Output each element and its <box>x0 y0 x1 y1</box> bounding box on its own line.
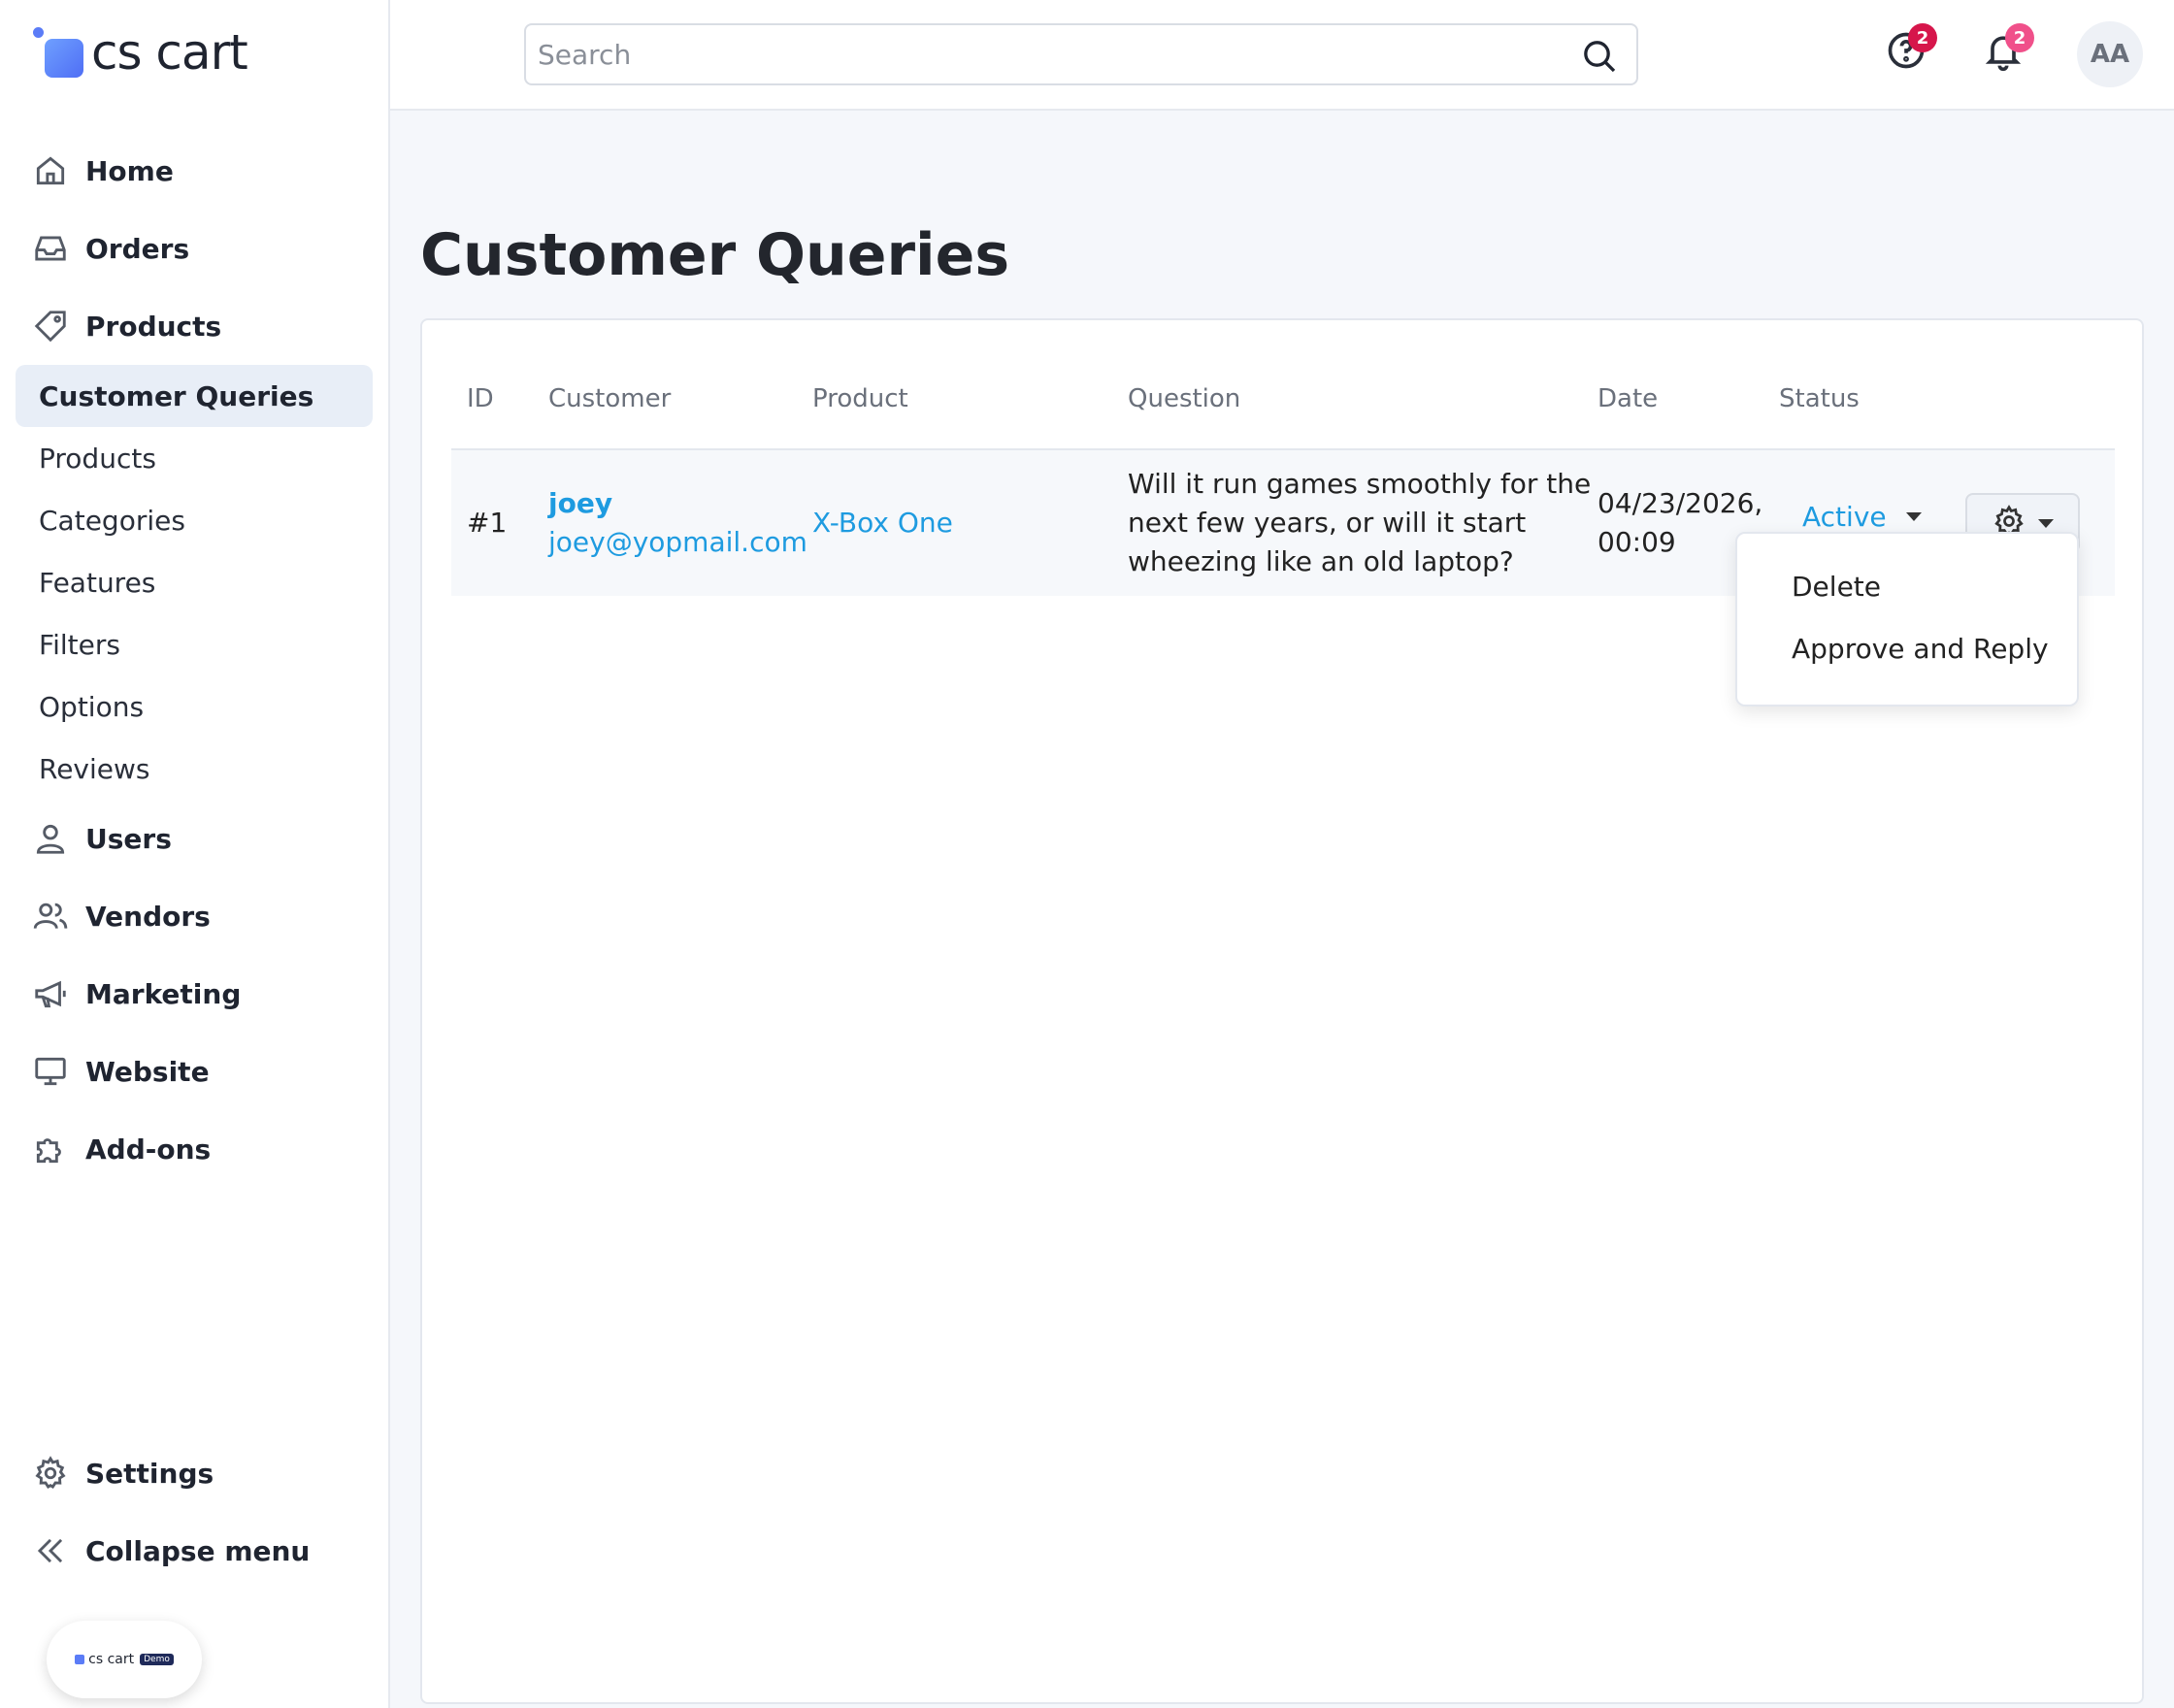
menu-item-approve-reply[interactable]: Approve and Reply <box>1792 633 2049 665</box>
notifications-count-badge: 2 <box>2005 23 2034 52</box>
notifications-button[interactable]: 2 <box>1982 23 2034 76</box>
subnav-reviews[interactable]: Reviews <box>16 738 373 800</box>
col-question[interactable]: Question <box>1128 384 1240 413</box>
row-id: #1 <box>467 507 508 539</box>
subnav-categories[interactable]: Categories <box>16 489 373 551</box>
nav-item-home[interactable]: Home <box>0 132 388 210</box>
search-box <box>524 23 1638 85</box>
app-root: cs cart Home Orders Products Customer Qu… <box>0 0 2174 1708</box>
nav-item-orders[interactable]: Orders <box>0 210 388 287</box>
page-title: Customer Queries <box>420 221 1010 289</box>
nav-item-products[interactable]: Products <box>0 287 388 365</box>
puzzle-icon <box>31 1130 70 1168</box>
brand-logo[interactable]: cs cart <box>31 21 248 83</box>
inbox-icon <box>31 229 70 268</box>
megaphone-icon <box>31 974 70 1013</box>
nav-label: Add-ons <box>85 1133 212 1166</box>
user-avatar[interactable]: AA <box>2077 21 2143 87</box>
brand-name: cs cart <box>91 24 248 81</box>
status-dropdown[interactable]: Active <box>1802 501 1922 533</box>
question-line: wheezing like an old laptop? <box>1128 545 1514 577</box>
nav-item-vendors[interactable]: Vendors <box>0 877 388 955</box>
date-line: 04/23/2026, <box>1598 487 1763 519</box>
subnav-options[interactable]: Options <box>16 675 373 738</box>
subnav-filters[interactable]: Filters <box>16 613 373 675</box>
nav-label: Orders <box>85 232 190 265</box>
nav-label: Products <box>85 310 222 343</box>
nav-item-addons[interactable]: Add-ons <box>0 1110 388 1188</box>
nav-label: Collapse menu <box>85 1534 311 1567</box>
user-icon <box>31 819 70 858</box>
gear-icon <box>31 1454 70 1493</box>
main-nav: Home Orders Products Customer Queries Pr… <box>0 132 388 1188</box>
queries-card: ID Customer Product Question Date Status… <box>420 318 2144 1704</box>
search-input[interactable] <box>538 38 1566 71</box>
subnav-products[interactable]: Products <box>16 427 373 489</box>
subnav-features[interactable]: Features <box>16 551 373 613</box>
nav-item-users[interactable]: Users <box>0 800 388 877</box>
demo-tag: Demo <box>140 1654 174 1665</box>
cs-cart-logo-icon <box>31 25 85 80</box>
col-id[interactable]: ID <box>467 384 494 413</box>
nav-item-settings[interactable]: Settings <box>0 1434 388 1512</box>
caret-down-icon <box>2038 518 2054 528</box>
sidebar-bottom: Settings Collapse menu <box>0 1434 388 1590</box>
nav-label: Settings <box>85 1457 214 1490</box>
question-line: next few years, or will it start <box>1128 507 1527 539</box>
collapse-menu-button[interactable]: Collapse menu <box>0 1512 388 1590</box>
cs-cart-mini-logo-icon <box>75 1655 85 1664</box>
bell-icon <box>1982 36 2025 76</box>
help-button[interactable]: 2 <box>1885 23 1937 76</box>
home-icon <box>31 151 70 190</box>
sidebar: cs cart Home Orders Products Customer Qu… <box>0 0 390 1708</box>
monitor-icon <box>31 1052 70 1091</box>
menu-item-delete[interactable]: Delete <box>1792 571 1881 603</box>
nav-label: Vendors <box>85 900 211 933</box>
col-date[interactable]: Date <box>1598 384 1658 413</box>
question-line: Will it run games smoothly for the <box>1128 468 1592 500</box>
customer-name-link[interactable]: joey <box>548 484 807 523</box>
status-value: Active <box>1802 501 1887 533</box>
double-chevron-left-icon <box>31 1531 70 1570</box>
tag-icon <box>31 307 70 345</box>
help-circle-icon <box>1885 32 1927 76</box>
nav-label: Home <box>85 154 174 187</box>
demo-brand: cs cart <box>88 1652 135 1667</box>
customer-cell: joey joey@yopmail.com <box>548 484 807 562</box>
col-status[interactable]: Status <box>1779 384 1860 413</box>
nav-label: Marketing <box>85 977 242 1010</box>
top-header: 2 2 AA <box>390 0 2174 111</box>
nav-label: Users <box>85 822 172 855</box>
col-product[interactable]: Product <box>812 384 908 413</box>
row-actions-menu: Delete Approve and Reply <box>1735 532 2079 706</box>
search-icon[interactable] <box>1580 37 1619 76</box>
nav-item-marketing[interactable]: Marketing <box>0 955 388 1033</box>
demo-badge[interactable]: cs cart Demo <box>47 1621 202 1698</box>
col-customer[interactable]: Customer <box>548 384 671 413</box>
customer-email-link[interactable]: joey@yopmail.com <box>548 523 807 562</box>
caret-down-icon <box>1905 512 1922 521</box>
products-subnav: Customer Queries Products Categories Fea… <box>0 365 388 800</box>
question-cell: Will it run games smoothly for the next … <box>1128 465 1591 581</box>
table-header: ID Customer Product Question Date Status <box>451 349 2115 450</box>
users-icon <box>31 897 70 936</box>
nav-label: Website <box>85 1055 210 1088</box>
nav-item-website[interactable]: Website <box>0 1033 388 1110</box>
subnav-customer-queries[interactable]: Customer Queries <box>16 365 373 427</box>
product-link[interactable]: X-Box One <box>812 504 953 542</box>
help-count-badge: 2 <box>1908 23 1937 52</box>
